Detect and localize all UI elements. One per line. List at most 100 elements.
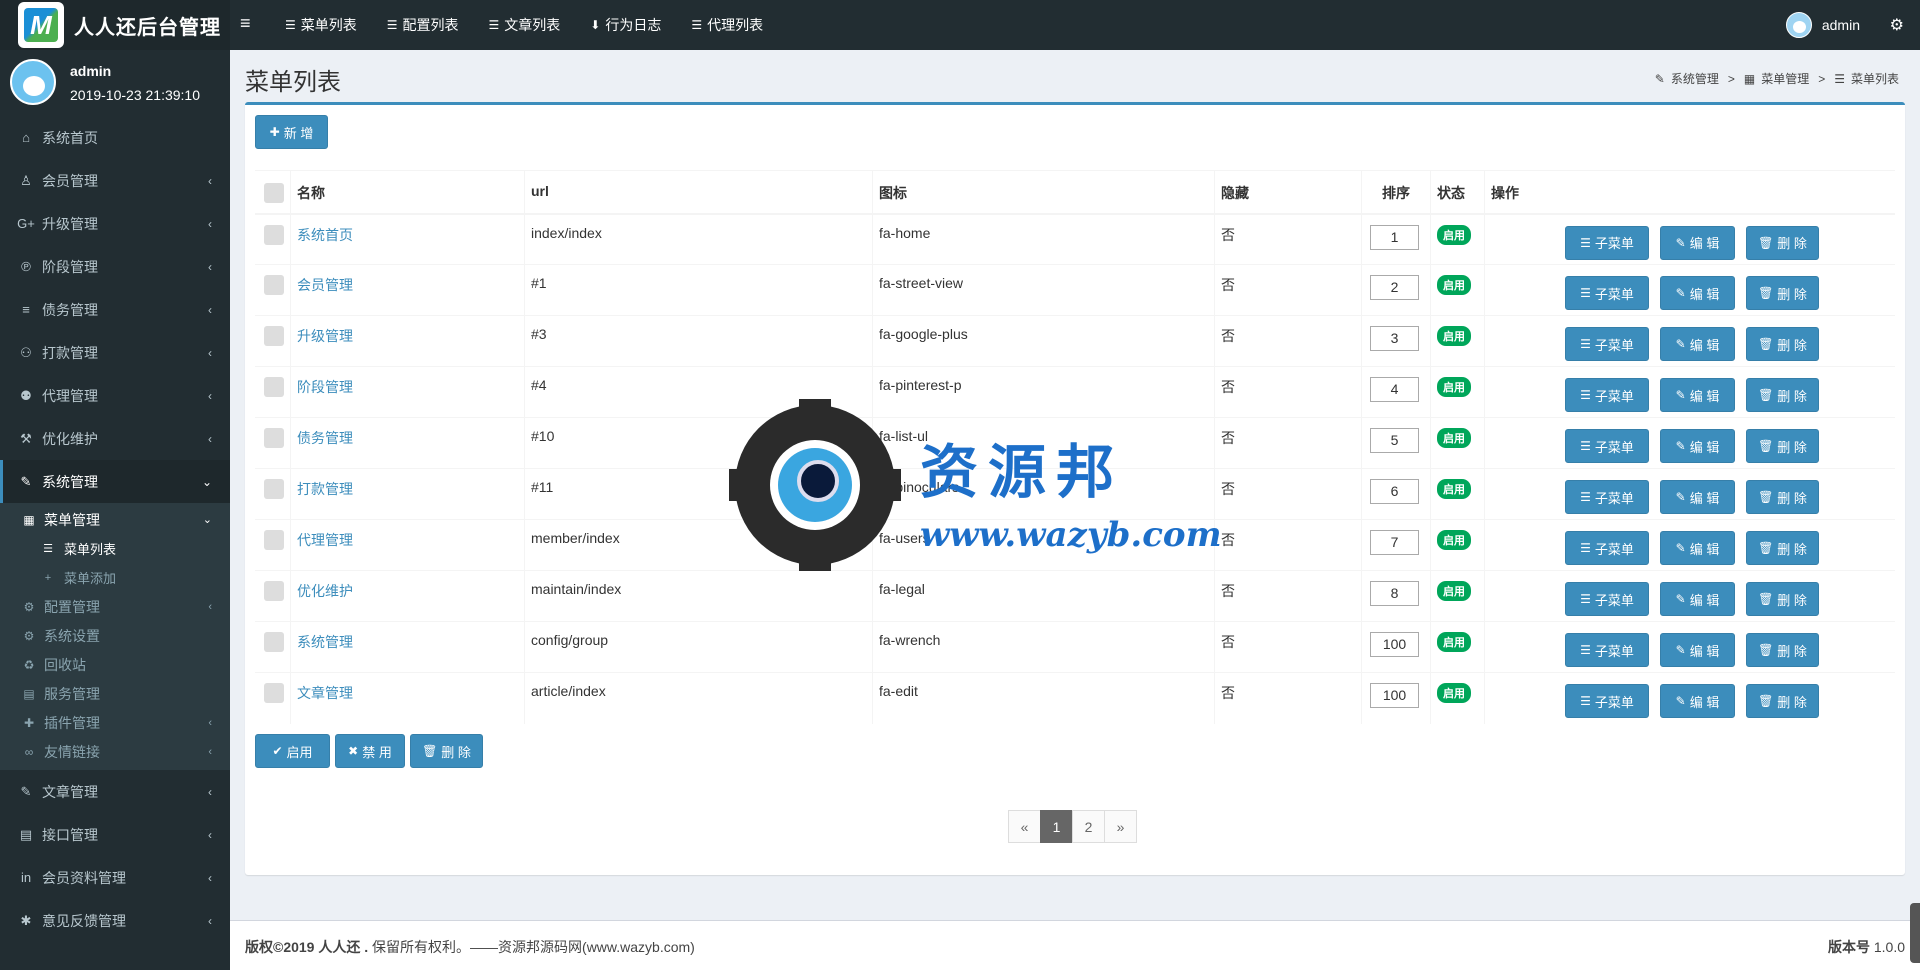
edit-button[interactable]: ✎ 编 辑 bbox=[1660, 633, 1735, 667]
delete-button[interactable]: 🗑 删 除 bbox=[1746, 480, 1819, 514]
menu-name-link[interactable]: 代理管理 bbox=[297, 532, 353, 548]
status-badge[interactable]: 启用 bbox=[1437, 377, 1471, 397]
edit-button[interactable]: ✎ 编 辑 bbox=[1660, 582, 1735, 616]
edit-button[interactable]: ✎ 编 辑 bbox=[1660, 276, 1735, 310]
submenu-button[interactable]: ☰ 子菜单 bbox=[1565, 531, 1649, 565]
page-link-0[interactable]: « bbox=[1008, 810, 1041, 843]
sidebar-item-system[interactable]: ✎ 系统管理 ⌄ bbox=[0, 460, 230, 503]
topnav-item-1[interactable]: ☰ 配置列表 bbox=[387, 15, 459, 35]
row-checkbox[interactable] bbox=[264, 326, 284, 346]
sidebar-subitem-0[interactable]: ☰ 菜单列表 bbox=[0, 534, 230, 563]
delete-button[interactable]: 🗑 删 除 bbox=[1746, 531, 1819, 565]
delete-button[interactable]: 🗑 删 除 bbox=[1746, 429, 1819, 463]
submenu-button[interactable]: ☰ 子菜单 bbox=[1565, 582, 1649, 616]
sidebar-item-items_top-6[interactable]: ⚉ 代理管理 ‹ bbox=[0, 374, 230, 417]
submenu-button[interactable]: ☰ 子菜单 bbox=[1565, 225, 1649, 260]
bulk-delete-button[interactable]: 🗑 删 除 bbox=[410, 734, 483, 768]
bulk-disable-button[interactable]: ✖ 禁 用 bbox=[335, 734, 405, 768]
row-checkbox[interactable] bbox=[264, 581, 284, 601]
submenu-button[interactable]: ☰ 子菜单 bbox=[1565, 684, 1649, 718]
sidebar-item-items_top-2[interactable]: G+ 升级管理 ‹ bbox=[0, 202, 230, 245]
status-badge[interactable]: 启用 bbox=[1437, 326, 1471, 346]
edit-button[interactable]: ✎ 编 辑 bbox=[1660, 327, 1735, 361]
status-badge[interactable]: 启用 bbox=[1437, 428, 1471, 448]
gears-icon[interactable]: ⚙ bbox=[1890, 15, 1904, 35]
add-button[interactable]: ✚ 新 增 bbox=[255, 115, 328, 149]
menu-name-link[interactable]: 会员管理 bbox=[297, 277, 353, 293]
submenu-button[interactable]: ☰ 子菜单 bbox=[1565, 429, 1649, 463]
row-checkbox[interactable] bbox=[264, 479, 284, 499]
sort-input[interactable]: 7 bbox=[1370, 530, 1419, 555]
submenu-button[interactable]: ☰ 子菜单 bbox=[1565, 633, 1649, 667]
breadcrumb-item-0[interactable]: ✎ 系统管理 bbox=[1652, 70, 1722, 87]
topnav-item-2[interactable]: ☰ 文章列表 bbox=[489, 15, 561, 35]
sort-input[interactable]: 100 bbox=[1370, 683, 1419, 708]
menu-name-link[interactable]: 系统首页 bbox=[297, 227, 353, 243]
row-checkbox[interactable] bbox=[264, 275, 284, 295]
edit-button[interactable]: ✎ 编 辑 bbox=[1660, 480, 1735, 514]
row-checkbox[interactable] bbox=[264, 632, 284, 652]
menu-name-link[interactable]: 打款管理 bbox=[297, 481, 353, 497]
edit-button[interactable]: ✎ 编 辑 bbox=[1660, 225, 1735, 260]
sidebar-item-items_top-0[interactable]: ⌂ 系统首页 bbox=[0, 116, 230, 159]
status-badge[interactable]: 启用 bbox=[1437, 632, 1471, 652]
select-all-checkbox[interactable] bbox=[264, 183, 284, 203]
row-checkbox[interactable] bbox=[264, 377, 284, 397]
sidebar-item-items_top-5[interactable]: ⚇ 打款管理 ‹ bbox=[0, 331, 230, 374]
sidebar-item-sub_items-0[interactable]: ⚙ 配置管理 ‹ bbox=[0, 592, 230, 621]
submenu-button[interactable]: ☰ 子菜单 bbox=[1565, 327, 1649, 361]
row-checkbox[interactable] bbox=[264, 683, 284, 703]
sidebar-item-menu-manage[interactable]: ▦ 菜单管理 ⌄ bbox=[0, 505, 230, 534]
topnav-item-4[interactable]: ☰ 代理列表 bbox=[691, 15, 763, 35]
delete-button[interactable]: 🗑 删 除 bbox=[1746, 633, 1819, 667]
sidebar-item-items_bottom-0[interactable]: ✎ 文章管理 ‹ bbox=[0, 770, 230, 813]
sort-input[interactable]: 3 bbox=[1370, 326, 1419, 351]
menu-name-link[interactable]: 升级管理 bbox=[297, 328, 353, 344]
submenu-button[interactable]: ☰ 子菜单 bbox=[1565, 276, 1649, 310]
sidebar-item-items_bottom-3[interactable]: ✱ 意见反馈管理 ‹ bbox=[0, 899, 230, 942]
row-checkbox[interactable] bbox=[264, 428, 284, 448]
status-badge[interactable]: 启用 bbox=[1437, 224, 1471, 245]
sidebar-item-items_top-7[interactable]: ⚒ 优化维护 ‹ bbox=[0, 417, 230, 460]
breadcrumb-item-1[interactable]: ▦ 菜单管理 bbox=[1741, 70, 1812, 87]
menu-name-link[interactable]: 优化维护 bbox=[297, 583, 353, 599]
sidebar-item-items_top-4[interactable]: ≡ 债务管理 ‹ bbox=[0, 288, 230, 331]
sidebar-item-sub_items-3[interactable]: ▤ 服务管理 bbox=[0, 679, 230, 708]
page-link-2[interactable]: 2 bbox=[1072, 810, 1105, 843]
sort-input[interactable]: 2 bbox=[1370, 275, 1419, 300]
sidebar-toggle-icon[interactable]: ≡ bbox=[240, 13, 251, 34]
menu-name-link[interactable]: 系统管理 bbox=[297, 634, 353, 650]
status-badge[interactable]: 启用 bbox=[1437, 683, 1471, 703]
delete-button[interactable]: 🗑 删 除 bbox=[1746, 276, 1819, 310]
sidebar-item-sub_items-4[interactable]: ✚ 插件管理 ‹ bbox=[0, 708, 230, 737]
logo[interactable]: M 人人还后台管理 bbox=[0, 0, 230, 50]
topnav-item-3[interactable]: ⬇ 行为日志 bbox=[590, 15, 661, 35]
menu-name-link[interactable]: 阶段管理 bbox=[297, 379, 353, 395]
submenu-button[interactable]: ☰ 子菜单 bbox=[1565, 378, 1649, 412]
menu-name-link[interactable]: 债务管理 bbox=[297, 430, 353, 446]
status-badge[interactable]: 启用 bbox=[1437, 479, 1471, 499]
sidebar-item-items_bottom-2[interactable]: in 会员资料管理 ‹ bbox=[0, 856, 230, 899]
edit-button[interactable]: ✎ 编 辑 bbox=[1660, 684, 1735, 718]
status-badge[interactable]: 启用 bbox=[1437, 581, 1471, 601]
side-scroll-handle[interactable] bbox=[1910, 903, 1920, 963]
sort-input[interactable]: 6 bbox=[1370, 479, 1419, 504]
sidebar-subitem-1[interactable]: + 菜单添加 bbox=[0, 563, 230, 592]
page-link-3[interactable]: » bbox=[1104, 810, 1137, 843]
row-checkbox[interactable] bbox=[264, 530, 284, 550]
status-badge[interactable]: 启用 bbox=[1437, 530, 1471, 550]
edit-button[interactable]: ✎ 编 辑 bbox=[1660, 429, 1735, 463]
sidebar-item-items_top-1[interactable]: ♙ 会员管理 ‹ bbox=[0, 159, 230, 202]
sort-input[interactable]: 8 bbox=[1370, 581, 1419, 606]
sort-input[interactable]: 1 bbox=[1370, 224, 1419, 250]
topnav-item-0[interactable]: ☰ 菜单列表 bbox=[285, 15, 357, 35]
sidebar-item-sub_items-1[interactable]: ⚙ 系统设置 bbox=[0, 621, 230, 650]
delete-button[interactable]: 🗑 删 除 bbox=[1746, 582, 1819, 616]
sort-input[interactable]: 100 bbox=[1370, 632, 1419, 657]
top-user-menu[interactable]: admin bbox=[1785, 0, 1860, 50]
delete-button[interactable]: 🗑 删 除 bbox=[1746, 684, 1819, 718]
bulk-enable-button[interactable]: ✔ 启用 bbox=[255, 734, 330, 768]
delete-button[interactable]: 🗑 删 除 bbox=[1746, 327, 1819, 361]
sort-input[interactable]: 5 bbox=[1370, 428, 1419, 453]
sidebar-item-sub_items-5[interactable]: ∞ 友情链接 ‹ bbox=[0, 737, 230, 766]
